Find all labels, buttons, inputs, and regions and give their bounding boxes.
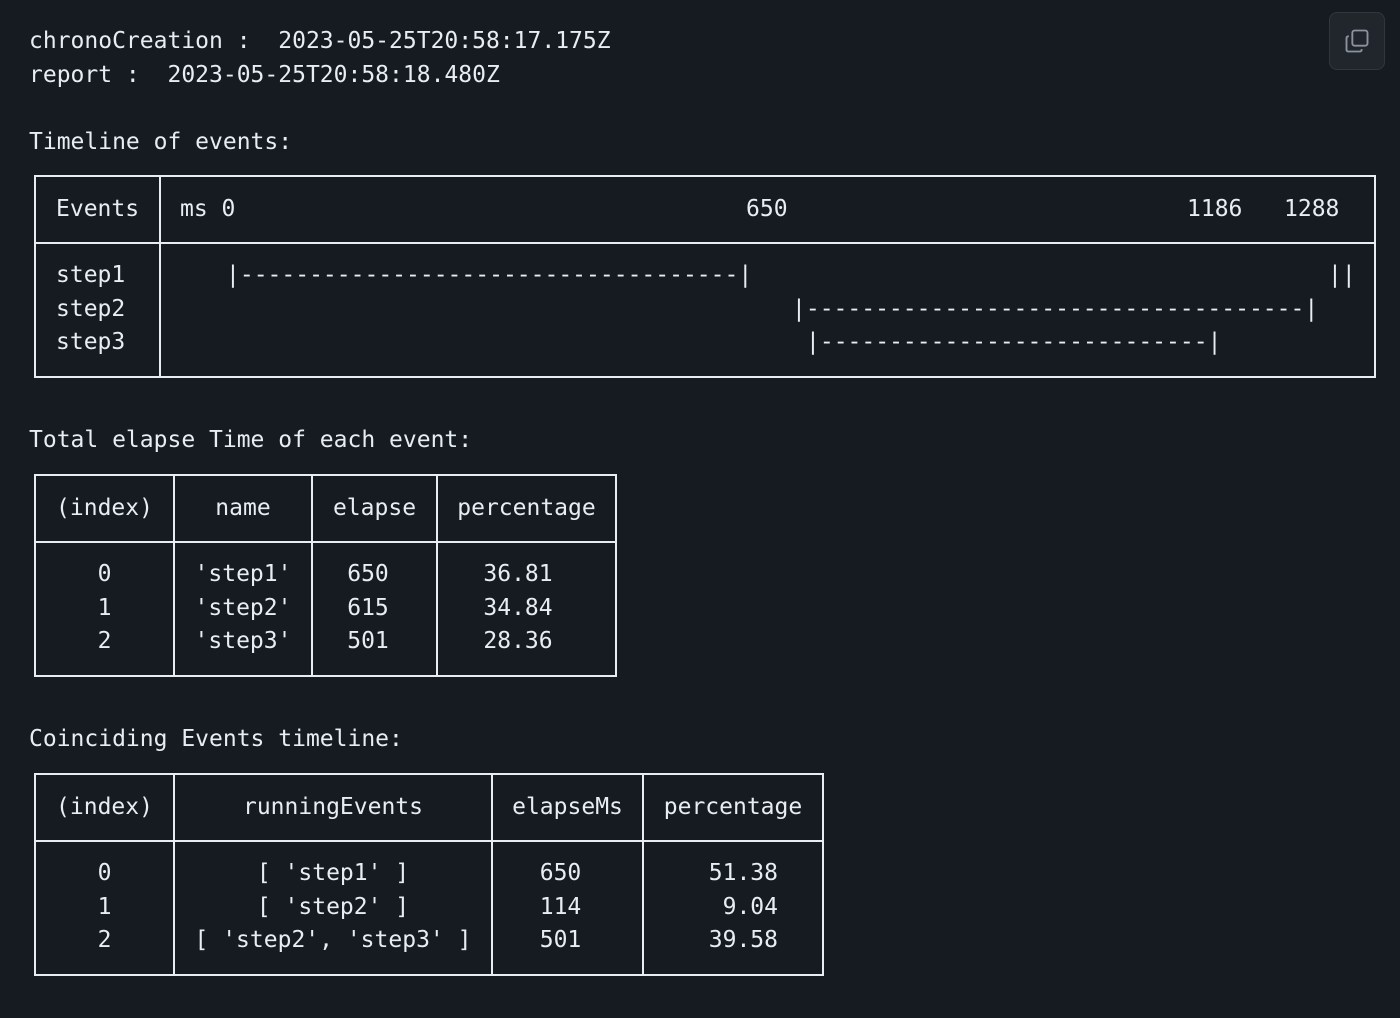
coinciding-table: (index) runningEvents elapseMs percentag… xyxy=(34,773,824,976)
coinciding-header-running-events: runningEvents xyxy=(242,794,423,820)
timeline-heading: Timeline of events: xyxy=(29,129,293,155)
elapse-cell: 2 xyxy=(97,628,112,654)
copy-button[interactable] xyxy=(1329,12,1385,70)
copy-icon xyxy=(1345,29,1369,53)
timeline-bar-step1: |------------------------------------| xyxy=(226,262,753,288)
timeline-table: Events ms 0 650 1186 1288 step1 step2 st… xyxy=(34,175,1376,378)
elapse-cell: 34.84 xyxy=(483,595,553,621)
coinciding-cell: 39.58 xyxy=(708,927,778,953)
elapse-cell: 'step3' xyxy=(194,628,292,654)
elapse-cell: 'step2' xyxy=(194,595,292,621)
timeline-row-name: step3 xyxy=(56,329,126,355)
coinciding-cell: 9.04 xyxy=(722,894,778,920)
chrono-creation-line: chronoCreation : 2023-05-25T20:58:17.175… xyxy=(29,28,611,54)
report-line: report : 2023-05-25T20:58:18.480Z xyxy=(29,62,500,88)
timeline-axis-label: ms 0 xyxy=(180,196,236,222)
coinciding-cell: [ 'step1' ] xyxy=(256,860,410,886)
elapse-header-elapse: elapse xyxy=(332,495,417,521)
coinciding-cell: 650 xyxy=(539,860,582,886)
timeline-bar-step2: |------------------------------------| xyxy=(792,296,1319,322)
timeline-tick-650: 650 xyxy=(746,196,788,222)
timeline-tick-1288: 1288 xyxy=(1284,196,1340,222)
coinciding-header-index: (index) xyxy=(56,794,153,820)
timeline-bar-step3: |----------------------------| xyxy=(806,329,1222,355)
coinciding-cell: [ 'step2', 'step3' ] xyxy=(194,927,472,953)
elapse-header-percentage: percentage xyxy=(457,495,596,521)
elapse-cell: 'step1' xyxy=(194,561,292,587)
coinciding-cell: 51.38 xyxy=(708,860,778,886)
elapse-cell: 1 xyxy=(97,595,112,621)
elapse-cell: 28.36 xyxy=(483,628,553,654)
elapse-header-index: (index) xyxy=(56,495,153,521)
coinciding-cell: 2 xyxy=(97,927,112,953)
elapse-cell: 501 xyxy=(347,628,389,654)
elapse-cell: 0 xyxy=(97,561,112,587)
timeline-tick-1186: 1186 xyxy=(1187,196,1243,222)
coinciding-cell: 0 xyxy=(97,860,112,886)
coinciding-header-percentage: percentage xyxy=(663,794,803,820)
timeline-header-events: Events xyxy=(56,196,140,222)
elapse-cell: 615 xyxy=(347,595,389,621)
elapse-heading: Total elapse Time of each event: xyxy=(29,427,473,453)
coinciding-heading: Coinciding Events timeline: xyxy=(29,726,403,752)
coinciding-header-elapse-ms: elapseMs xyxy=(512,794,623,820)
elapse-cell: 36.81 xyxy=(483,561,553,587)
elapse-table: (index) name elapse percentage 0 'step1'… xyxy=(34,474,617,677)
coinciding-cell: [ 'step2' ] xyxy=(256,894,410,920)
timeline-row-name: step2 xyxy=(56,296,126,322)
coinciding-cell: 1 xyxy=(97,894,112,920)
timeline-row-name: step1 xyxy=(56,262,126,288)
coinciding-cell: 114 xyxy=(539,894,582,920)
coinciding-cell: 501 xyxy=(539,927,582,953)
elapse-header-name: name xyxy=(215,495,271,521)
timeline-bar-step1-end: || xyxy=(1328,262,1356,288)
elapse-cell: 650 xyxy=(347,561,389,587)
